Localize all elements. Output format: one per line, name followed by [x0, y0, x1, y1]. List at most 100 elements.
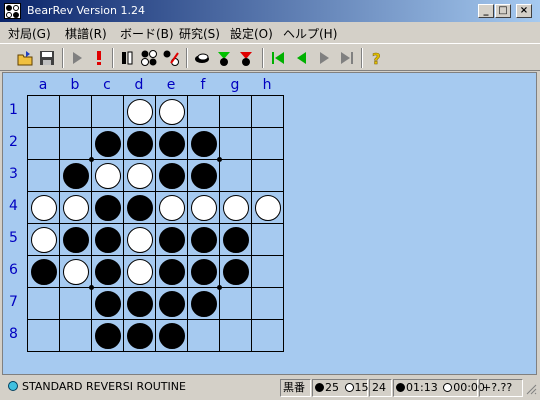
board-cell-d3[interactable]: [124, 160, 156, 192]
board-cell-d8[interactable]: [124, 320, 156, 352]
board-cell-e8[interactable]: [156, 320, 188, 352]
board-cell-e5[interactable]: [156, 224, 188, 256]
board-cell-d1[interactable]: [124, 96, 156, 128]
board-random-icon[interactable]: [140, 49, 158, 67]
board-cell-g2[interactable]: [220, 128, 252, 160]
open-icon[interactable]: [16, 49, 34, 67]
board-cell-h4[interactable]: [252, 192, 284, 224]
column-label-f: f: [200, 77, 206, 93]
board-cell-c8[interactable]: [92, 320, 124, 352]
board-cell-g5[interactable]: [220, 224, 252, 256]
menu-research[interactable]: 研究(S): [179, 25, 220, 42]
white-disc: [159, 195, 185, 221]
close-button[interactable]: ×: [516, 4, 532, 18]
board-cell-b2[interactable]: [60, 128, 92, 160]
board-cell-g1[interactable]: [220, 96, 252, 128]
board-cell-a4[interactable]: [28, 192, 60, 224]
board-cell-b7[interactable]: [60, 288, 92, 320]
board-cell-b6[interactable]: [60, 256, 92, 288]
menu-help[interactable]: ヘルプ(H): [283, 25, 337, 42]
black-disc: [191, 259, 217, 285]
board-cell-f4[interactable]: [188, 192, 220, 224]
board-cell-a6[interactable]: [28, 256, 60, 288]
board-cell-c4[interactable]: [92, 192, 124, 224]
board-cell-h2[interactable]: [252, 128, 284, 160]
next-move-icon[interactable]: [315, 49, 333, 67]
pass-black-icon[interactable]: [193, 49, 211, 67]
board-cell-d4[interactable]: [124, 192, 156, 224]
board-cell-f7[interactable]: [188, 288, 220, 320]
status-routine: STANDARD REVERSI ROUTINE: [2, 379, 278, 397]
board-cell-c7[interactable]: [92, 288, 124, 320]
last-move-icon[interactable]: [338, 49, 356, 67]
board-cell-a7[interactable]: [28, 288, 60, 320]
board-cell-g6[interactable]: [220, 256, 252, 288]
stop-red-icon[interactable]: [90, 49, 108, 67]
board-cell-e6[interactable]: [156, 256, 188, 288]
menu-bar: 対局(G) 棋譜(R) ボード(B) 研究(S) 設定(O) ヘルプ(H): [0, 22, 540, 42]
board-cell-h8[interactable]: [252, 320, 284, 352]
maximize-button[interactable]: □: [495, 4, 511, 18]
save-icon[interactable]: [38, 49, 56, 67]
board-cell-d5[interactable]: [124, 224, 156, 256]
menu-settings[interactable]: 設定(O): [230, 25, 273, 42]
board-cell-f1[interactable]: [188, 96, 220, 128]
menu-board[interactable]: ボード(B): [120, 25, 174, 42]
board-cell-f5[interactable]: [188, 224, 220, 256]
board-cell-g8[interactable]: [220, 320, 252, 352]
help-icon[interactable]: ?: [368, 49, 386, 69]
white-disc: [127, 227, 153, 253]
black-disc: [63, 163, 89, 189]
board-cell-a2[interactable]: [28, 128, 60, 160]
board-cell-h6[interactable]: [252, 256, 284, 288]
board-cell-c3[interactable]: [92, 160, 124, 192]
board-cell-h1[interactable]: [252, 96, 284, 128]
menu-game[interactable]: 対局(G): [8, 25, 51, 42]
disc-pair-icon[interactable]: [118, 49, 136, 67]
arrow-down-green-icon[interactable]: [215, 49, 233, 67]
board-cell-f3[interactable]: [188, 160, 220, 192]
board-cell-b5[interactable]: [60, 224, 92, 256]
board-cell-f6[interactable]: [188, 256, 220, 288]
board-cell-g4[interactable]: [220, 192, 252, 224]
board-cell-c1[interactable]: [92, 96, 124, 128]
board-cell-h3[interactable]: [252, 160, 284, 192]
board-cell-b8[interactable]: [60, 320, 92, 352]
board-cell-d6[interactable]: [124, 256, 156, 288]
board-cell-g3[interactable]: [220, 160, 252, 192]
board-cell-h7[interactable]: [252, 288, 284, 320]
board-cell-e4[interactable]: [156, 192, 188, 224]
board-cell-c2[interactable]: [92, 128, 124, 160]
prev-move-icon[interactable]: [292, 49, 310, 67]
board-cell-e2[interactable]: [156, 128, 188, 160]
board-cell-a1[interactable]: [28, 96, 60, 128]
board-cell-f8[interactable]: [188, 320, 220, 352]
board-cell-c6[interactable]: [92, 256, 124, 288]
minimize-button[interactable]: _: [478, 4, 494, 18]
board-cell-g7[interactable]: [220, 288, 252, 320]
board-cell-a5[interactable]: [28, 224, 60, 256]
board-cell-b4[interactable]: [60, 192, 92, 224]
board-cell-h5[interactable]: [252, 224, 284, 256]
title-bar[interactable]: BearRev Version 1.24 _ □ ×: [0, 0, 540, 22]
play-icon[interactable]: [68, 49, 86, 67]
board-cell-d7[interactable]: [124, 288, 156, 320]
app-icon[interactable]: [4, 3, 21, 19]
board-edit-icon[interactable]: [162, 49, 180, 67]
first-move-icon[interactable]: [269, 49, 287, 67]
board-cell-b3[interactable]: [60, 160, 92, 192]
othello-board[interactable]: [27, 95, 284, 352]
menu-record[interactable]: 棋譜(R): [65, 25, 107, 42]
resize-grip-icon[interactable]: [525, 383, 537, 395]
board-cell-e1[interactable]: [156, 96, 188, 128]
board-cell-b1[interactable]: [60, 96, 92, 128]
board-cell-a8[interactable]: [28, 320, 60, 352]
board-cell-e7[interactable]: [156, 288, 188, 320]
board-cell-a3[interactable]: [28, 160, 60, 192]
board-cell-d2[interactable]: [124, 128, 156, 160]
row-label-6: 6: [9, 262, 18, 278]
board-cell-c5[interactable]: [92, 224, 124, 256]
board-cell-e3[interactable]: [156, 160, 188, 192]
board-cell-f2[interactable]: [188, 128, 220, 160]
arrow-down-red-icon[interactable]: [237, 49, 255, 67]
